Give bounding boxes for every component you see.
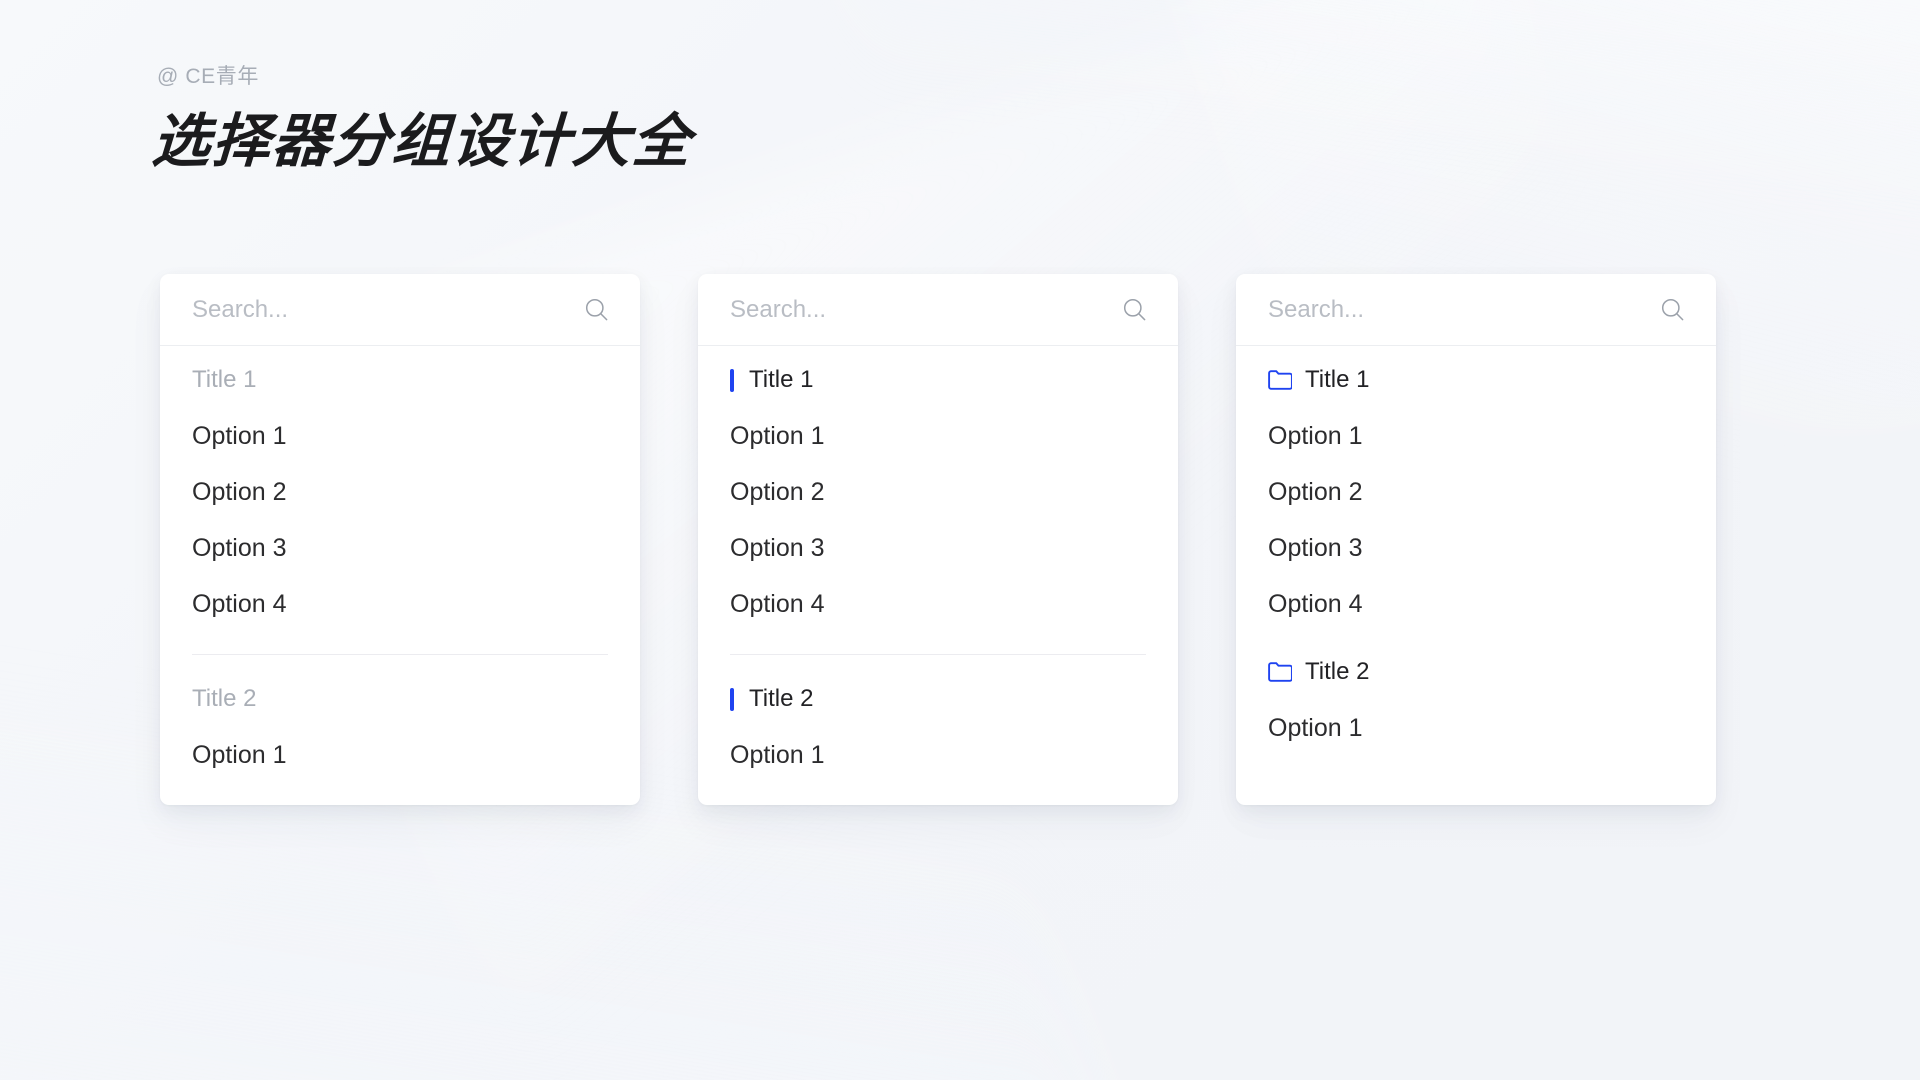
list-item[interactable]: Option 1 <box>1236 700 1716 756</box>
search-bar[interactable] <box>698 274 1178 346</box>
list-item[interactable]: Option 1 <box>160 727 640 783</box>
group-divider <box>192 654 608 655</box>
option-list: Title 1 Option 1 Option 2 Option 3 Optio… <box>698 346 1178 783</box>
page-title: 选择器分组设计大全 <box>150 109 694 174</box>
search-bar[interactable] <box>1236 274 1716 346</box>
group-divider <box>730 654 1146 655</box>
group-title: Title 2 <box>1236 644 1716 700</box>
group-title-label: Title 1 <box>1305 366 1370 393</box>
group-title: Title 1 <box>698 352 1178 408</box>
search-input[interactable] <box>1268 295 1649 324</box>
page-root: @ CE青年 选择器分组设计大全 Title 1 Option 1 Option… <box>0 0 1920 1080</box>
group-title-label: Title 2 <box>1305 658 1370 685</box>
accent-bar-icon <box>730 687 734 711</box>
folder-icon <box>1268 370 1292 390</box>
list-item[interactable]: Option 2 <box>1236 464 1716 520</box>
list-item[interactable]: Option 2 <box>160 464 640 520</box>
author-byline: @ CE青年 <box>157 65 259 88</box>
list-item[interactable]: Option 4 <box>1236 576 1716 632</box>
option-group: Title 1 Option 1 Option 2 Option 3 Optio… <box>160 352 640 632</box>
selector-card-folder: Title 1 Option 1 Option 2 Option 3 Optio… <box>1236 274 1716 805</box>
group-title-label: Title 1 <box>192 366 257 393</box>
list-item[interactable]: Option 3 <box>160 520 640 576</box>
folder-icon <box>1268 662 1292 682</box>
search-bar[interactable] <box>160 274 640 346</box>
accent-bar-icon <box>730 368 734 392</box>
selector-card-deck: Title 1 Option 1 Option 2 Option 3 Optio… <box>160 274 1716 805</box>
search-icon[interactable] <box>1121 296 1148 323</box>
group-title: Title 1 <box>1236 352 1716 408</box>
list-item[interactable]: Option 1 <box>1236 408 1716 464</box>
list-item[interactable]: Option 1 <box>698 727 1178 783</box>
list-item[interactable]: Option 4 <box>160 576 640 632</box>
option-group: Title 2 Option 1 <box>1236 644 1716 756</box>
list-item[interactable]: Option 2 <box>698 464 1178 520</box>
group-title-label: Title 2 <box>192 685 257 712</box>
option-list: Title 1 Option 1 Option 2 Option 3 Optio… <box>1236 346 1716 756</box>
group-title: Title 1 <box>160 352 640 408</box>
search-icon[interactable] <box>583 296 610 323</box>
option-group: Title 2 Option 1 <box>698 671 1178 783</box>
option-group: Title 1 Option 1 Option 2 Option 3 Optio… <box>1236 352 1716 632</box>
option-group: Title 1 Option 1 Option 2 Option 3 Optio… <box>698 352 1178 632</box>
search-input[interactable] <box>730 295 1111 324</box>
selector-card-plain: Title 1 Option 1 Option 2 Option 3 Optio… <box>160 274 640 805</box>
list-item[interactable]: Option 3 <box>698 520 1178 576</box>
list-item[interactable]: Option 4 <box>698 576 1178 632</box>
group-title-label: Title 1 <box>749 366 814 393</box>
list-item[interactable]: Option 1 <box>698 408 1178 464</box>
group-title: Title 2 <box>698 671 1178 727</box>
option-group: Title 2 Option 1 <box>160 671 640 783</box>
search-icon[interactable] <box>1659 296 1686 323</box>
selector-card-accent-bar: Title 1 Option 1 Option 2 Option 3 Optio… <box>698 274 1178 805</box>
search-input[interactable] <box>192 295 573 324</box>
group-title-label: Title 2 <box>749 685 814 712</box>
option-list: Title 1 Option 1 Option 2 Option 3 Optio… <box>160 346 640 783</box>
list-item[interactable]: Option 3 <box>1236 520 1716 576</box>
group-title: Title 2 <box>160 671 640 727</box>
list-item[interactable]: Option 1 <box>160 408 640 464</box>
